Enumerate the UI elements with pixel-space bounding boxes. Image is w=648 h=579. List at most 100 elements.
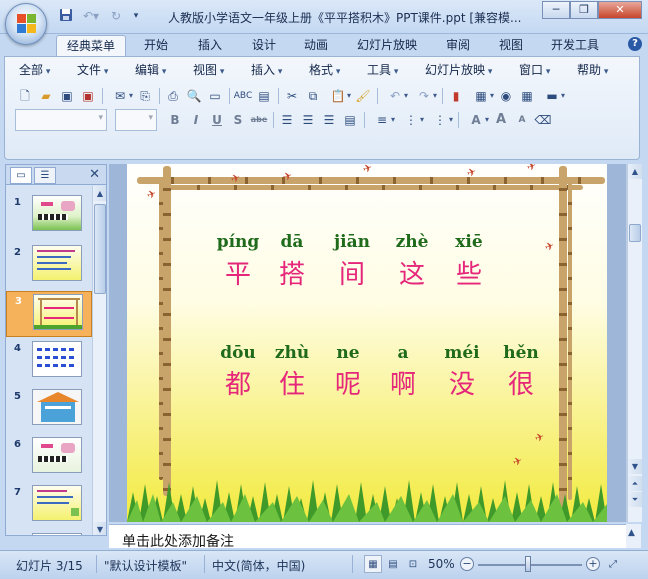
menu-format[interactable]: 格式 (309, 61, 340, 81)
spelling-icon[interactable]: ABC (233, 86, 253, 106)
grayscale-icon[interactable]: ▦ (517, 86, 537, 106)
align-center-icon[interactable]: ☰ (298, 110, 318, 130)
tab-developer[interactable]: 开发工具 (541, 35, 609, 56)
bullets-icon[interactable]: ⋮ (426, 110, 454, 130)
menu-file[interactable]: 文件 (77, 61, 108, 81)
copy-icon[interactable]: ⧉ (303, 86, 323, 106)
font-name-combo[interactable] (15, 109, 107, 131)
scroll-down-icon[interactable]: ▼ (628, 459, 642, 474)
paste-icon[interactable]: 📋 (324, 86, 352, 106)
redo-icon[interactable]: ↻ (108, 8, 124, 24)
align-right-icon[interactable]: ☰ (319, 110, 339, 130)
print-preview-icon[interactable]: 🔍 (184, 86, 204, 106)
menu-view[interactable]: 视图 (193, 61, 224, 81)
tab-design[interactable]: 设计 (242, 35, 286, 56)
bold-button[interactable]: B (165, 110, 185, 130)
slide-thumbnail[interactable]: 6 (6, 435, 92, 481)
slide-thumbnail[interactable]: 4 (6, 339, 92, 385)
color-icon[interactable]: ▬ (538, 86, 566, 106)
format-painter-icon[interactable]: 🖌 (353, 86, 373, 106)
scroll-down-icon[interactable]: ▼ (93, 522, 106, 535)
menu-slideshow[interactable]: 幻灯片放映 (425, 61, 492, 81)
menu-tools[interactable]: 工具 (367, 61, 398, 81)
redo-icon[interactable]: ↷ (410, 86, 438, 106)
email-icon[interactable]: ✉ (106, 86, 134, 106)
zoom-level[interactable]: 50% (428, 557, 455, 571)
grow-font-button[interactable]: A (491, 110, 511, 130)
menu-edit[interactable]: 编辑 (135, 61, 166, 81)
underline-button[interactable]: U (207, 110, 227, 130)
tab-slideshow[interactable]: 幻灯片放映 (347, 35, 427, 56)
font-size-combo[interactable] (115, 109, 157, 131)
outline-tab-icon[interactable]: ☰ (34, 167, 56, 184)
tab-view[interactable]: 视图 (489, 35, 533, 56)
zoom-in-icon[interactable]: + (586, 557, 600, 571)
next-slide-icon[interactable]: ⏷ (628, 492, 642, 507)
chart-icon[interactable]: ▮ (446, 86, 466, 106)
menu-insert[interactable]: 插入 (251, 61, 282, 81)
justify-icon[interactable]: ▤ (340, 110, 360, 130)
menu-all[interactable]: 全部 (19, 61, 50, 81)
notes-scrollbar[interactable]: ▲ (626, 524, 641, 548)
scroll-up-icon[interactable]: ▲ (93, 186, 106, 201)
slideshow-view-icon[interactable]: ⊡ (404, 555, 422, 573)
numbering-icon[interactable]: ⋮ (397, 110, 425, 130)
minimize-button[interactable]: ─ (542, 1, 570, 19)
align-left-icon[interactable]: ☰ (277, 110, 297, 130)
fit-to-window-icon[interactable]: ⤢ (604, 555, 622, 573)
publish-icon[interactable]: ⎘ (135, 86, 155, 106)
slide-canvas[interactable]: ✈ ✈ ✈ ✈ ✈ ✈ ✈ ✈ ✈ píng dā jiān zhè xiē 平… (127, 164, 607, 522)
permission-icon[interactable]: ▣ (78, 86, 98, 106)
tab-home[interactable]: 开始 (134, 35, 178, 56)
open-icon[interactable]: ▰ (36, 86, 56, 106)
tab-insert[interactable]: 插入 (188, 35, 232, 56)
thumbnail-scrollbar[interactable]: ▲ ▼ (92, 186, 106, 535)
slide-thumbnail[interactable]: 2 (6, 243, 92, 289)
undo-icon[interactable]: ↶▾ (78, 8, 104, 24)
notes-pane[interactable]: 单击此处添加备注 (109, 524, 626, 548)
clipart-icon[interactable]: ◉ (496, 86, 516, 106)
previous-slide-icon[interactable]: ⏶ (628, 476, 642, 491)
slide-scrollbar[interactable]: ▲ ▼ ⏶ ⏷ (626, 164, 642, 522)
scroll-thumb[interactable] (629, 224, 641, 242)
slide-thumbnail[interactable]: 1 (6, 193, 92, 239)
print-icon[interactable]: ⎙ (163, 86, 183, 106)
close-panel-icon[interactable]: ✕ (89, 167, 100, 182)
design-template-name[interactable]: "默认设计模板" (104, 557, 187, 574)
clear-formatting-icon[interactable]: ⌫ (533, 110, 553, 130)
zoom-out-icon[interactable]: − (460, 557, 474, 571)
language-indicator[interactable]: 中文(简体，中国) (212, 557, 305, 574)
tab-animation[interactable]: 动画 (294, 35, 338, 56)
research-icon[interactable]: ▤ (254, 86, 274, 106)
help-icon[interactable]: ? (628, 37, 642, 51)
slide-sorter-view-icon[interactable]: ▤ (384, 555, 402, 573)
menu-help[interactable]: 帮助 (577, 61, 608, 81)
slides-tab-icon[interactable]: ▭ (10, 167, 32, 184)
scroll-thumb[interactable] (94, 204, 106, 294)
font-color-button[interactable]: A (462, 110, 490, 130)
slide-thumbnail-selected[interactable]: 3 (6, 291, 92, 337)
tab-classic-menu[interactable]: 经典菜单 (56, 35, 127, 56)
slide-thumbnail[interactable]: 8 (6, 531, 92, 535)
new-icon[interactable]: 🗋 (15, 86, 35, 106)
normal-view-icon[interactable]: ▦ (364, 555, 382, 573)
table-icon[interactable]: ▦ (467, 86, 495, 106)
customize-qat-icon[interactable]: ▾ (128, 8, 144, 24)
print-layout-icon[interactable]: ▭ (205, 86, 225, 106)
slide-editing-area[interactable]: ✈ ✈ ✈ ✈ ✈ ✈ ✈ ✈ ✈ píng dā jiān zhè xiē 平… (109, 164, 626, 522)
strikethrough-button[interactable]: abe (249, 110, 269, 130)
menu-window[interactable]: 窗口 (519, 61, 550, 81)
slide-thumbnail[interactable]: 7 (6, 483, 92, 529)
scroll-up-icon[interactable]: ▲ (628, 528, 635, 538)
slide-thumbnail[interactable]: 5 (6, 387, 92, 433)
restore-button[interactable]: ❐ (570, 1, 598, 19)
undo-icon[interactable]: ↶ (381, 86, 409, 106)
shrink-font-button[interactable]: A (512, 110, 532, 130)
tab-review[interactable]: 审阅 (436, 35, 480, 56)
close-button[interactable]: ✕ (598, 1, 642, 19)
italic-button[interactable]: I (186, 110, 206, 130)
notes-placeholder[interactable]: 单击此处添加备注 (122, 531, 234, 548)
scroll-up-icon[interactable]: ▲ (628, 164, 642, 179)
save-icon[interactable] (58, 8, 74, 24)
shadow-button[interactable]: S (228, 110, 248, 130)
